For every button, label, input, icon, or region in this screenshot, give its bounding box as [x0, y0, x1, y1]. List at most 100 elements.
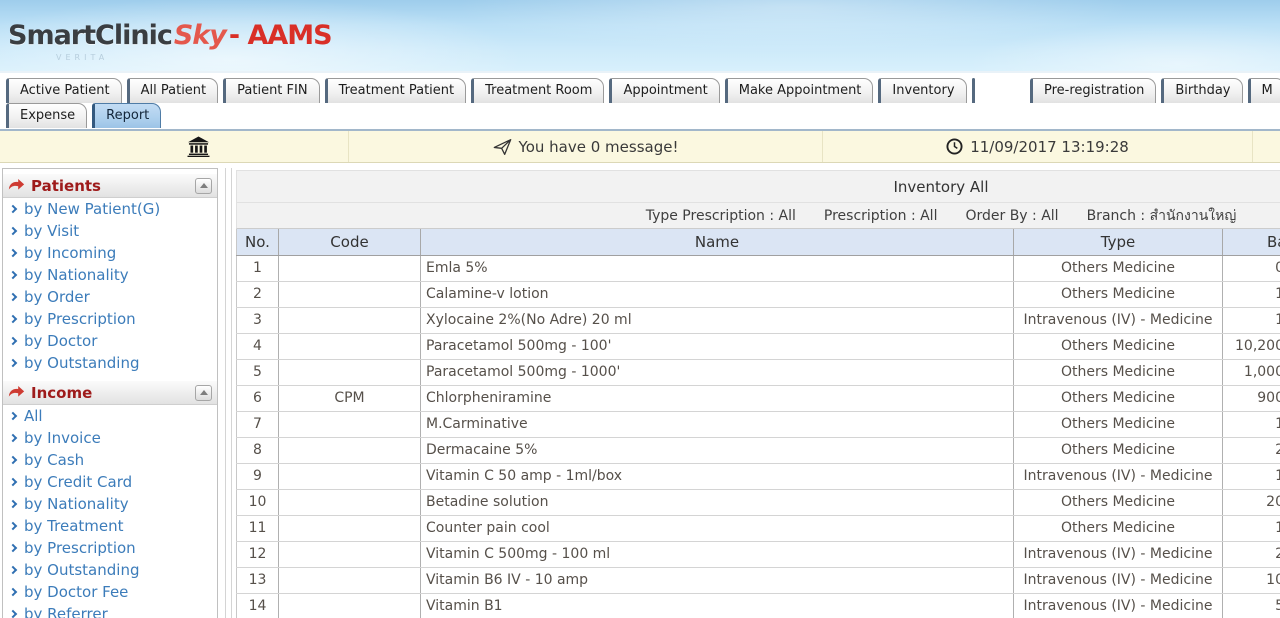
sidebar-item-by-invoice[interactable]: by Invoice — [3, 427, 217, 449]
tab-expense[interactable]: Expense — [6, 103, 87, 128]
cell-no: 14 — [237, 593, 279, 618]
collapse-button[interactable] — [195, 385, 212, 401]
tab-birthday[interactable]: Birthday — [1161, 78, 1242, 103]
tab-label: M — [1262, 83, 1273, 98]
curved-arrow-icon — [8, 383, 25, 402]
datetime-text: 11/09/2017 13:19:28 — [970, 138, 1129, 156]
sidebar-item-label: by Incoming — [24, 244, 116, 262]
chevron-right-icon — [9, 610, 17, 618]
section-header-income[interactable]: Income — [3, 381, 217, 405]
send-icon — [493, 138, 512, 156]
splitter-line[interactable] — [225, 168, 226, 618]
cell-balance: 10,200 — [1223, 333, 1280, 359]
inventory-table: No.CodeNameTypeBalance 1Emla 5%Others Me… — [236, 229, 1280, 618]
tab-active-patient[interactable]: Active Patient — [6, 78, 122, 103]
column-header-code: Code — [279, 229, 421, 255]
cell-balance: 2 — [1223, 437, 1280, 463]
sidebar-item-by-credit-card[interactable]: by Credit Card — [3, 471, 217, 493]
logo-sky: Sky — [174, 20, 226, 51]
cell-code — [279, 463, 421, 489]
chevron-right-icon — [9, 205, 17, 213]
tab-appointment[interactable]: Appointment — [609, 78, 719, 103]
table-row: 7M.CarminativeOthers Medicine1 — [237, 411, 1280, 437]
sidebar-item-by-order[interactable]: by Order — [3, 286, 217, 308]
tab-treatment-room[interactable]: Treatment Room — [471, 78, 604, 103]
status-bar: You have 0 message! 11/09/2017 13:19:28 — [0, 129, 1280, 163]
report-filter: Type Prescription : All — [646, 208, 796, 224]
chevron-right-icon — [9, 337, 17, 345]
cell-code — [279, 307, 421, 333]
tab-label: Report — [106, 108, 149, 123]
sidebar-item-label: by Visit — [24, 222, 79, 240]
sidebar-item-by-nationality[interactable]: by Nationality — [3, 264, 217, 286]
table-row: 2Calamine-v lotionOthers Medicine1 — [237, 281, 1280, 307]
section-header-patients[interactable]: Patients — [3, 174, 217, 198]
cell-no: 12 — [237, 541, 279, 567]
cell-no: 13 — [237, 567, 279, 593]
bank-icon[interactable] — [187, 136, 210, 157]
cell-no: 8 — [237, 437, 279, 463]
status-message-cell: You have 0 message! — [349, 131, 823, 162]
column-header-type: Type — [1014, 229, 1223, 255]
sidebar-item-by-outstanding[interactable]: by Outstanding — [3, 559, 217, 581]
cell-no: 9 — [237, 463, 279, 489]
cell-no: 10 — [237, 489, 279, 515]
tab-label: Inventory — [892, 83, 954, 98]
sidebar-item-label: by Referrer — [24, 605, 108, 618]
sidebar-item-by-incoming[interactable]: by Incoming — [3, 242, 217, 264]
sidebar-item-by-doctor-fee[interactable]: by Doctor Fee — [3, 581, 217, 603]
tab-all-patient[interactable]: All Patient — [127, 78, 219, 103]
sidebar-item-by-prescription[interactable]: by Prescription — [3, 537, 217, 559]
sidebar-item-by-cash[interactable]: by Cash — [3, 449, 217, 471]
collapse-button[interactable] — [195, 178, 212, 194]
cell-name: Counter pain cool — [421, 515, 1014, 541]
cell-code — [279, 359, 421, 385]
sidebar-item-by-new-patient-g-[interactable]: by New Patient(G) — [3, 198, 217, 220]
report-filter: Prescription : All — [824, 208, 938, 224]
column-header-no: No. — [237, 229, 279, 255]
cell-type: Others Medicine — [1014, 255, 1223, 281]
tab-pre-registration[interactable]: Pre-registration — [1030, 78, 1156, 103]
tab-report[interactable]: Report — [92, 103, 161, 128]
table-row: 5Paracetamol 500mg - 1000'Others Medicin… — [237, 359, 1280, 385]
cell-type: Intravenous (IV) - Medicine — [1014, 307, 1223, 333]
sidebar-item-by-doctor[interactable]: by Doctor — [3, 330, 217, 352]
table-row: 14Vitamin B1Intravenous (IV) - Medicine5 — [237, 593, 1280, 618]
cell-code — [279, 437, 421, 463]
cell-no: 7 — [237, 411, 279, 437]
collapse-arrow-icon — [200, 183, 208, 188]
message-count-text: You have 0 message! — [519, 138, 679, 156]
cell-name: Betadine solution — [421, 489, 1014, 515]
tab-patient-fin[interactable]: Patient FIN — [223, 78, 319, 103]
tab-treatment-patient[interactable]: Treatment Patient — [325, 78, 467, 103]
cell-type: Others Medicine — [1014, 489, 1223, 515]
sidebar-item-by-visit[interactable]: by Visit — [3, 220, 217, 242]
tab-m[interactable]: M — [1248, 78, 1280, 103]
cell-code — [279, 515, 421, 541]
sidebar-item-by-prescription[interactable]: by Prescription — [3, 308, 217, 330]
sidebar-item-all[interactable]: All — [3, 405, 217, 427]
sidebar-item-by-outstanding[interactable]: by Outstanding — [3, 352, 217, 374]
sidebar-item-label: All — [24, 407, 43, 425]
cell-type: Intravenous (IV) - Medicine — [1014, 541, 1223, 567]
sidebar-item-by-treatment[interactable]: by Treatment — [3, 515, 217, 537]
table-row: 11Counter pain coolOthers Medicine1 — [237, 515, 1280, 541]
clock-icon — [946, 138, 963, 155]
sidebar-item-by-referrer[interactable]: by Referrer — [3, 603, 217, 618]
splitter-line[interactable] — [231, 168, 232, 618]
sidebar-item-label: by Outstanding — [24, 561, 139, 579]
sidebar-section-income: Income All by Invoiceby Cashby Credit Card… — [3, 381, 217, 618]
report-title: Inventory All — [236, 170, 1280, 203]
chevron-right-icon — [9, 315, 17, 323]
table-row: 6CPMChlorpheniramineOthers Medicine900 — [237, 385, 1280, 411]
table-row: 12Vitamin C 500mg - 100 mlIntravenous (I… — [237, 541, 1280, 567]
chevron-right-icon — [9, 434, 17, 442]
tab-make-appointment[interactable]: Make Appointment — [725, 78, 874, 103]
sidebar-item-by-nationality[interactable]: by Nationality — [3, 493, 217, 515]
cell-code — [279, 255, 421, 281]
cell-no: 6 — [237, 385, 279, 411]
tab-label: Treatment Patient — [339, 83, 455, 98]
cell-no: 5 — [237, 359, 279, 385]
tab-inventory[interactable]: Inventory — [878, 78, 966, 103]
logo-subtext: VERITA — [56, 53, 108, 62]
